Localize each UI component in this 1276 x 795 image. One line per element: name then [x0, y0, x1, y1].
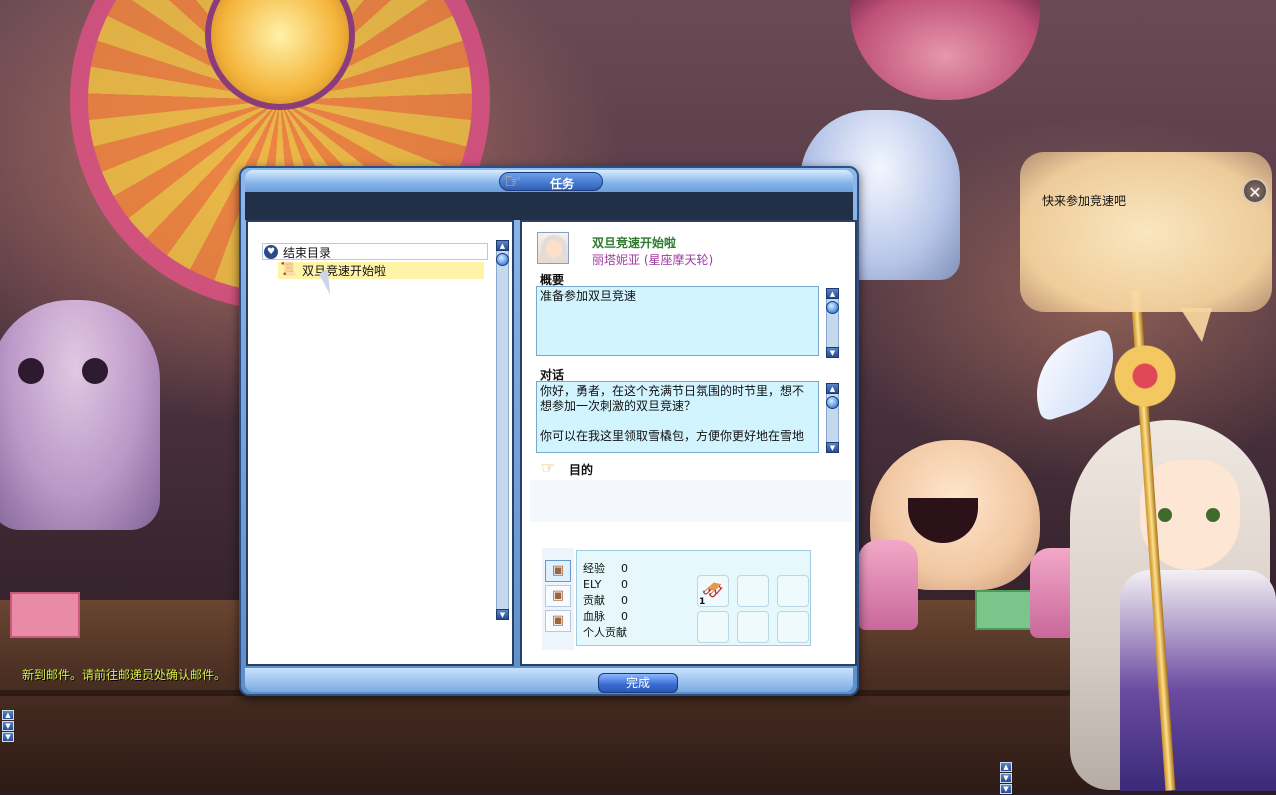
dialog-header-band — [245, 192, 853, 220]
reward-chest-icon: ▣ — [551, 613, 565, 628]
scroll-down-button[interactable]: ▼ — [826, 442, 839, 453]
pointing-hand-icon: ☞ — [504, 169, 522, 193]
gift-box — [975, 590, 1033, 630]
summary-text: 准备参加双旦竞速 — [540, 289, 637, 303]
dialog-footer — [245, 668, 853, 692]
character-eye — [1206, 508, 1220, 522]
pointing-hand-icon: ☞ — [541, 458, 556, 477]
npc-portrait — [537, 232, 569, 264]
creature-mouth — [908, 498, 978, 543]
item-quantity: 1 — [699, 597, 706, 607]
gift-box — [10, 592, 80, 638]
reward-item-slot[interactable] — [777, 575, 809, 607]
summary-textbox: 准备参加双旦竞速 — [536, 286, 819, 356]
dialog-text-line: 你可以在我这里领取雪橇包，方便你更好地在雪地 — [540, 429, 805, 443]
character-body — [1120, 570, 1276, 791]
system-notice: 新到邮件。请前往邮递员处确认邮件。 — [22, 668, 227, 682]
gondola-top — [850, 0, 1040, 100]
scroll-bottom-button[interactable]: ▼ — [1000, 784, 1012, 794]
complete-button[interactable]: 完成 — [598, 673, 678, 693]
reward-value-ely: 0 — [621, 578, 628, 591]
gondola-cat-left — [0, 300, 160, 530]
quest-dialog: 任务 ☞ ♥ 结束目录 📜 双旦竞速开始啦 ▲ ▼ 双旦竞速开始啦 丽塔妮亚 (… — [239, 166, 859, 696]
dialog-title: 任务 — [550, 177, 575, 191]
reward-chest-icon: ▣ — [551, 588, 565, 603]
reward-value-exp: 0 — [621, 562, 628, 575]
reward-value-bloodline: 0 — [621, 610, 628, 623]
scroll-down-button[interactable]: ▼ — [496, 609, 509, 620]
scroll-up-button[interactable]: ▲ — [1000, 762, 1012, 772]
reward-item-slot[interactable] — [737, 575, 769, 607]
chat-scroll-up-button[interactable]: ▲ — [2, 710, 14, 720]
chat-scroll-down-button[interactable]: ▼ — [2, 721, 14, 731]
portrait-face — [546, 240, 562, 258]
quest-list-panel: ♥ 结束目录 📜 双旦竞速开始啦 ▲ ▼ — [246, 220, 514, 666]
quest-list-item-label: 双旦竞速开始啦 — [302, 264, 387, 278]
reward-item-slot[interactable]: 🛷 1 — [697, 575, 729, 607]
scroll-down-button[interactable]: ▼ — [826, 347, 839, 358]
reward-item-slot[interactable] — [737, 611, 769, 643]
dialog-text-line: 你好，勇者，在这个充满节日氛围的时节里，想不想参加一次刺激的双旦竞速？ — [540, 384, 805, 413]
chat-scroll-bottom-button[interactable]: ▼ — [2, 732, 14, 742]
scroll-up-button[interactable]: ▲ — [496, 240, 509, 251]
gondola-eye — [82, 358, 108, 384]
reward-tab-1[interactable]: ▣ — [545, 560, 571, 582]
heart-icon: ♥ — [264, 245, 278, 259]
quest-list-item[interactable]: 📜 双旦竞速开始啦 — [278, 262, 484, 279]
npc-speech-bubble: 快来参加竞速吧 ✕ — [1020, 152, 1272, 342]
tree-header-completed[interactable]: ♥ 结束目录 — [262, 243, 488, 260]
reward-values: 0 0 0 0 — [621, 561, 628, 625]
scroll-thumb[interactable] — [826, 396, 839, 409]
cat-chair — [858, 540, 918, 630]
reward-value-contribution: 0 — [621, 594, 628, 607]
scroll-thumb[interactable] — [496, 253, 509, 266]
reward-tabs: ▣ ▣ ▣ — [542, 548, 574, 650]
scroll-thumb[interactable] — [826, 301, 839, 314]
npc-speech-text: 快来参加竞速吧 — [1042, 194, 1127, 208]
dialog-scrollbar[interactable]: ▲ ▼ — [826, 383, 839, 453]
goal-header: ☞ 目的 — [539, 458, 611, 478]
scroll-up-button[interactable]: ▲ — [826, 383, 839, 394]
scroll-down-button[interactable]: ▼ — [1000, 773, 1012, 783]
quest-list-scrollbar[interactable]: ▲ ▼ — [496, 240, 509, 620]
reward-chest-icon: ▣ — [551, 563, 565, 578]
npc-name: 丽塔妮亚 (星座摩天轮) — [592, 253, 714, 267]
bubble-close-button[interactable]: ✕ — [1242, 178, 1268, 204]
gondola-eye — [18, 358, 44, 384]
scroll-controls: ▲ ▼ ▼ — [1000, 762, 1012, 795]
close-icon: ✕ — [1248, 183, 1262, 202]
goal-content — [530, 480, 852, 522]
reward-item-slot[interactable] — [777, 611, 809, 643]
scroll-up-button[interactable]: ▲ — [826, 288, 839, 299]
reward-tab-3[interactable]: ▣ — [545, 610, 571, 632]
quest-title: 双旦竞速开始啦 — [592, 236, 677, 250]
reward-label-personal-contribution: 个人贡献 — [583, 626, 627, 639]
goal-label: 目的 — [569, 463, 594, 477]
quest-detail-panel: 双旦竞速开始啦 丽塔妮亚 (星座摩天轮) 概要 准备参加双旦竞速 ▲ ▼ 对话 … — [520, 220, 857, 666]
reward-tab-2[interactable]: ▣ — [545, 585, 571, 607]
chat-scroll-controls: ▲ ▼ ▼ — [2, 710, 14, 743]
summary-scrollbar[interactable]: ▲ ▼ — [826, 288, 839, 358]
character-eye — [1158, 508, 1172, 522]
reward-item-slot[interactable] — [697, 611, 729, 643]
reward-panel: 经验 ELY 贡献 血脉 个人贡献 0 0 0 0 🛷 1 — [576, 550, 811, 646]
npc-character-litania[interactable] — [1021, 290, 1276, 791]
dialog-textbox: 你好，勇者，在这个充满节日氛围的时节里，想不想参加一次刺激的双旦竞速？ 你可以在… — [536, 381, 819, 453]
tree-header-label: 结束目录 — [283, 246, 332, 260]
scroll-icon: 📜 — [280, 262, 297, 277]
